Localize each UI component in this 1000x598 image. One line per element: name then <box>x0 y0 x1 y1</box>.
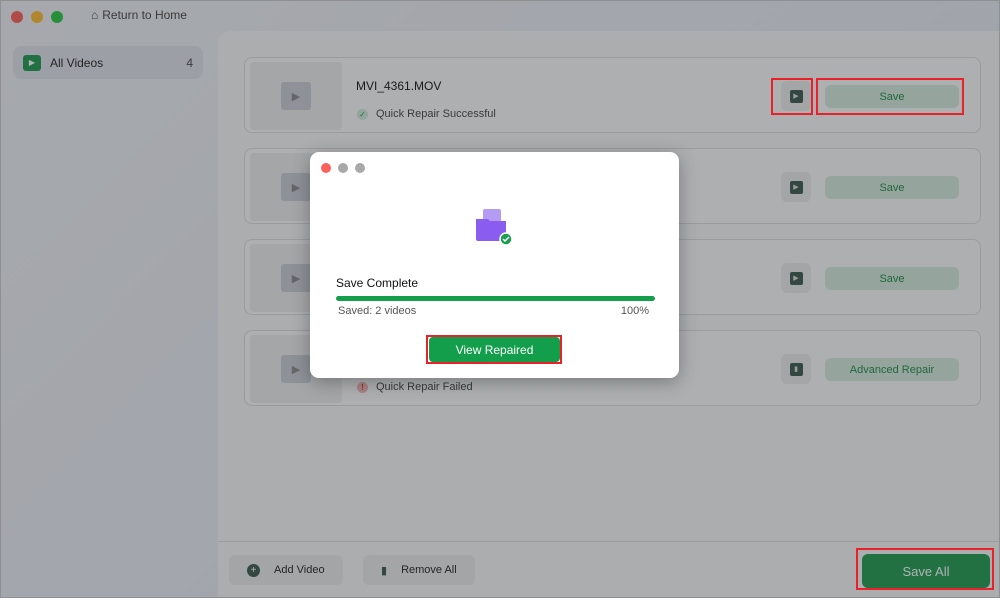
saved-count: Saved: 2 videos <box>338 305 417 317</box>
highlight-box <box>856 548 994 590</box>
highlight-box <box>816 78 964 115</box>
dialog-title: Save Complete <box>336 276 419 290</box>
progress-percent: 100% <box>620 305 649 317</box>
minimize-button <box>338 163 348 173</box>
close-button[interactable] <box>321 163 331 173</box>
highlight-box <box>426 335 562 364</box>
maximize-button <box>355 163 365 173</box>
progress-bar <box>336 296 655 301</box>
highlight-box <box>771 78 813 115</box>
folder-video-check-icon <box>476 209 512 245</box>
